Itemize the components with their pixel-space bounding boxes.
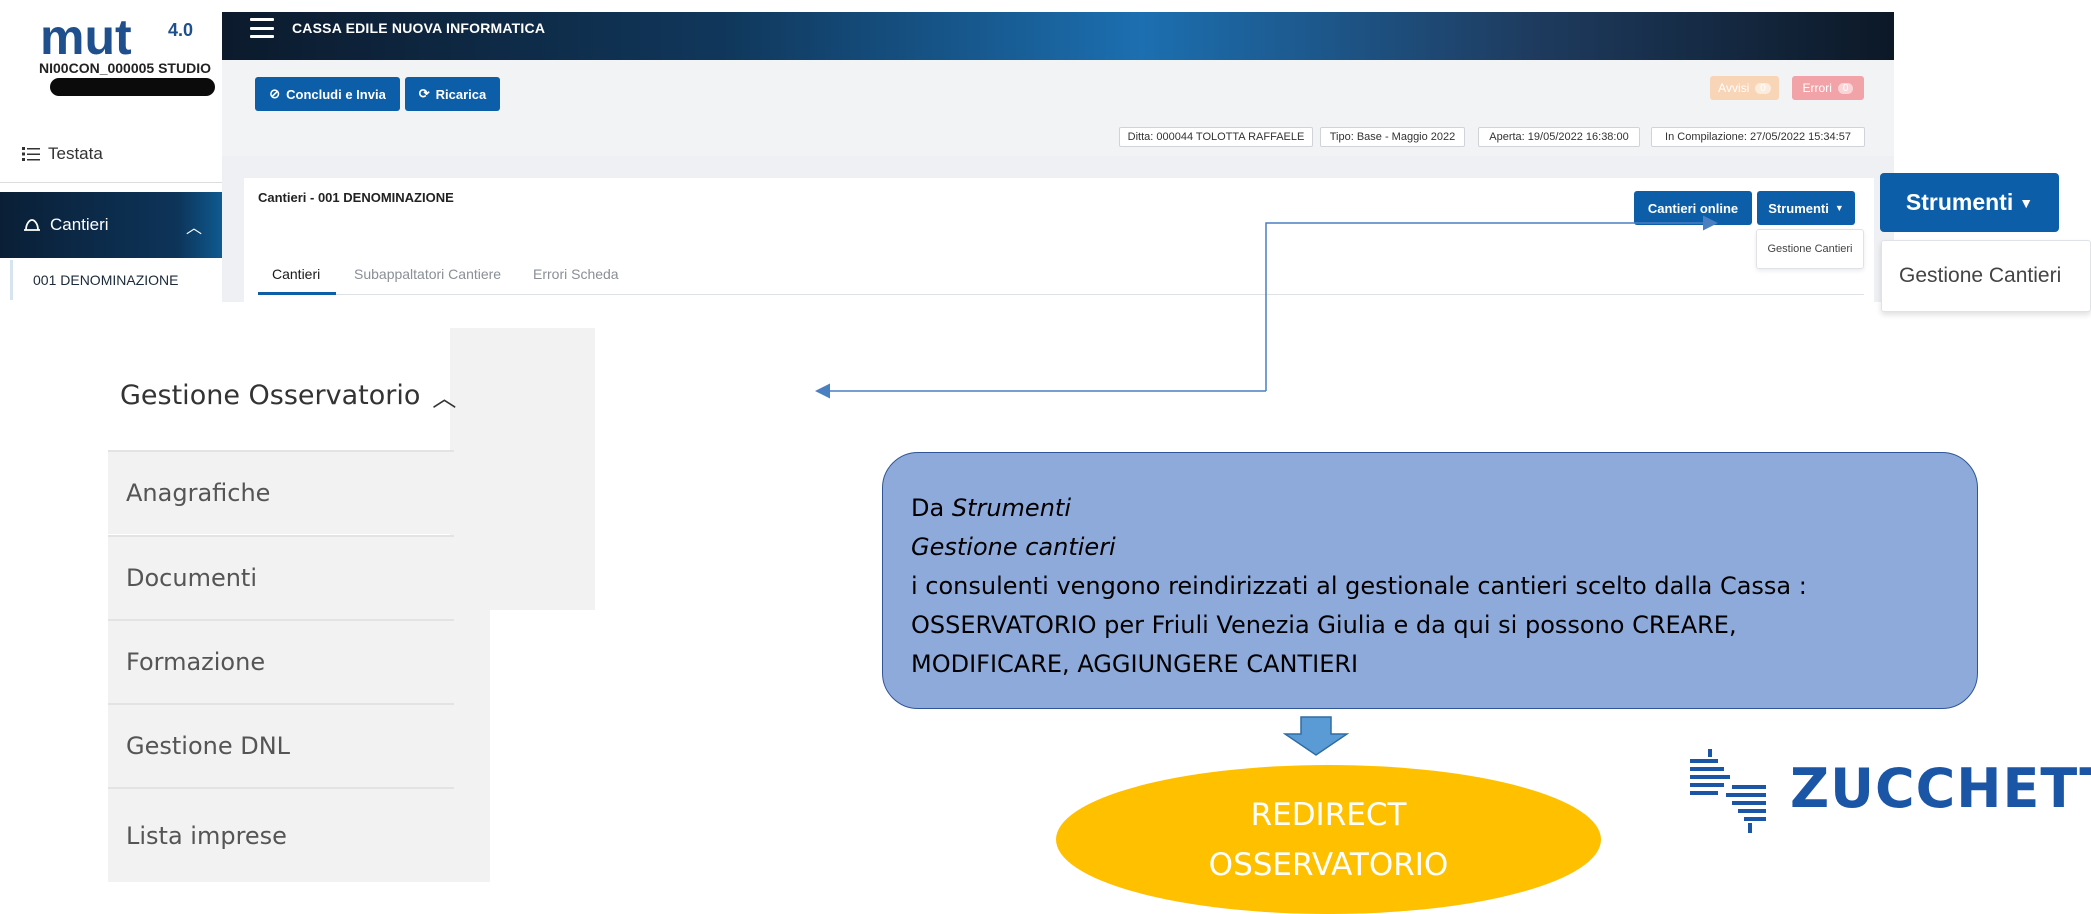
note-text-italic: Strumenti	[951, 494, 1071, 522]
tab-errori-scheda[interactable]: Errori Scheda	[533, 266, 619, 282]
menu-background-strip	[450, 610, 490, 882]
menu-item-lista-imprese[interactable]: Lista imprese	[108, 787, 454, 882]
menu-item-label: Gestione DNL	[126, 732, 291, 760]
button-label: Cantieri online	[1647, 200, 1739, 216]
ricarica-button[interactable]: ⟳ Ricarica	[405, 77, 500, 111]
logo-version: 4.0	[168, 20, 193, 40]
sidebar-item-label: Testata	[48, 144, 103, 163]
badge-label: Errori	[1802, 81, 1832, 95]
badge-count: 0	[1837, 82, 1854, 94]
note-line-4: OSSERVATORIO per Friuli Venezia Giulia e…	[911, 611, 1737, 639]
note-line-3: i consulenti vengono reindirizzati al ge…	[911, 572, 1807, 600]
explanation-box: Da Strumenti Gestione cantieri i consule…	[882, 452, 1978, 709]
gestione-cantieri-menu-item[interactable]: Gestione Cantieri	[1756, 229, 1864, 269]
caret-down-icon: ▼	[2019, 194, 2034, 211]
note-line-5: MODIFICARE, AGGIUNGERE CANTIERI	[911, 650, 1359, 678]
app-title: CASSA EDILE NUOVA INFORMATICA	[292, 20, 546, 36]
note-line-1: Da Strumenti	[911, 489, 1949, 528]
zucchetti-logo-mark	[1690, 749, 1766, 833]
active-tab-indicator	[258, 292, 336, 295]
menu-item-gestione-dnl[interactable]: Gestione DNL	[108, 703, 454, 787]
check-circle-icon: ⊘	[269, 86, 281, 101]
sidebar-subitem-denominazione[interactable]: 001 DENOMINAZIONE	[10, 260, 222, 300]
sidebar-item-cantieri[interactable]: Cantieri ︿	[0, 192, 222, 258]
gestione-cantieri-menu-item-zoom[interactable]: Gestione Cantieri	[1881, 240, 2091, 312]
logo-text: mut	[40, 10, 132, 60]
strumenti-button[interactable]: Strumenti ▼	[1757, 191, 1855, 225]
button-label: Strumenti	[1905, 189, 2014, 215]
tipo-chip: Tipo: Base - Maggio 2022	[1320, 127, 1465, 147]
refresh-icon: ⟳	[418, 86, 430, 101]
cantieri-online-button[interactable]: Cantieri online	[1634, 191, 1752, 225]
card-title: Cantieri - 001 DENOMINAZIONE	[258, 190, 454, 205]
cantieri-card	[244, 178, 1874, 302]
button-label: Concludi e Invia	[286, 86, 386, 102]
sidebar-item-label: Cantieri	[50, 215, 109, 234]
menu-header-label: Gestione Osservatorio	[120, 380, 421, 411]
menu-background	[450, 328, 595, 610]
osservatorio-menu-header[interactable]: Gestione Osservatorio ︿	[120, 378, 456, 413]
menu-item-label: Formazione	[126, 648, 266, 676]
down-arrow-icon	[1283, 716, 1349, 756]
redacted-user	[50, 78, 215, 96]
menu-item-formazione[interactable]: Formazione	[108, 619, 454, 703]
redirect-osservatorio-badge: REDIRECT OSSERVATORIO	[1056, 765, 1601, 914]
ditta-chip: Ditta: 000044 TOLOTTA RAFFAELE	[1119, 127, 1313, 147]
button-label: Ricarica	[435, 86, 487, 102]
menu-item-label: Documenti	[126, 564, 258, 592]
studio-code: NI00CON_000005 STUDIO	[39, 60, 211, 76]
strumenti-button-zoom[interactable]: Strumenti ▼	[1880, 173, 2059, 232]
note-text: Da	[911, 494, 952, 522]
menu-item-label: Lista imprese	[126, 821, 287, 850]
avvisi-badge[interactable]: Avvisi 0	[1710, 76, 1779, 100]
tab-cantieri[interactable]: Cantieri	[272, 266, 320, 282]
badge-count: 0	[1755, 82, 1771, 94]
badge-label: Avvisi	[1718, 81, 1750, 95]
menu-item-anagrafiche[interactable]: Anagrafiche	[108, 450, 454, 534]
errori-badge[interactable]: Errori 0	[1792, 76, 1864, 100]
list-icon	[22, 147, 40, 161]
compilazione-chip: In Compilazione: 27/05/2022 15:34:57	[1651, 127, 1865, 147]
sidebar-divider	[0, 182, 222, 183]
menu-item-label: Anagrafiche	[126, 479, 271, 507]
mut-logo: mut 4.0	[40, 10, 193, 60]
aperta-chip: Aperta: 19/05/2022 16:38:00	[1478, 127, 1640, 147]
note-line-2: Gestione cantieri	[911, 533, 1116, 561]
chevron-up-icon: ︿	[432, 384, 457, 412]
redirect-line-1: REDIRECT	[1250, 796, 1407, 833]
sidebar-item-testata[interactable]: Testata	[22, 142, 103, 166]
helmet-icon	[24, 219, 40, 231]
tab-subappaltatori[interactable]: Subappaltatori Cantiere	[354, 266, 501, 282]
redirect-line-2: OSSERVATORIO	[1208, 846, 1449, 883]
tab-divider	[258, 294, 1864, 295]
caret-down-icon: ▼	[1834, 203, 1844, 213]
menu-item-documenti[interactable]: Documenti	[108, 535, 454, 619]
concludi-invia-button[interactable]: ⊘ Concludi e Invia	[255, 77, 400, 111]
zucchetti-logo-text: ZUCCHETTI	[1790, 757, 2091, 820]
chevron-up-icon: ︿	[185, 220, 202, 237]
button-label: Strumenti	[1768, 200, 1829, 216]
hamburger-menu-icon[interactable]	[250, 18, 274, 38]
